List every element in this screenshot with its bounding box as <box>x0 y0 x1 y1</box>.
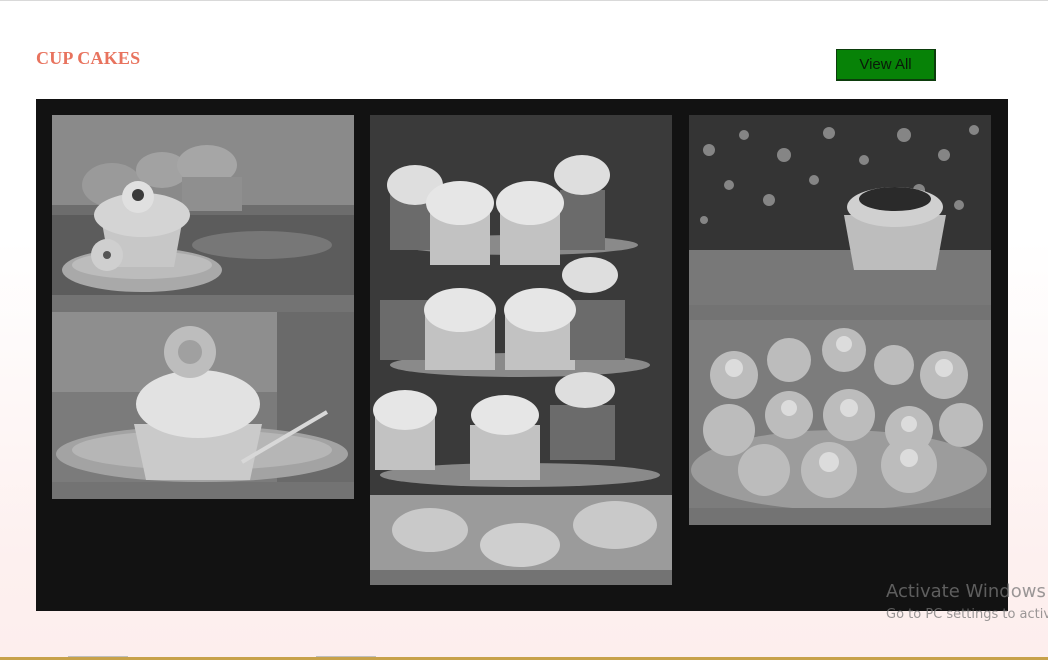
section-title: CUP CAKES <box>36 48 141 68</box>
watermark-title: Activate Windows <box>886 581 1046 602</box>
cupcake-gallery <box>36 99 1008 611</box>
gallery-photo-rose-cupcake[interactable] <box>52 312 354 499</box>
gallery-column-right <box>689 115 991 525</box>
taskbar-segment <box>316 656 376 657</box>
gallery-photo-decorated-cupcakes[interactable] <box>689 320 991 525</box>
gallery-column-left <box>52 115 354 499</box>
view-all-button[interactable]: View All <box>836 49 936 81</box>
windows-activation-watermark: Activate Windows Go to PC settings to ac… <box>886 580 1048 624</box>
top-divider <box>0 0 1048 1</box>
gallery-photo-bokeh-cupcake[interactable] <box>689 115 991 320</box>
gallery-column-middle <box>370 115 672 585</box>
watermark-subtitle: Go to PC settings to activate Windows. <box>886 607 1048 622</box>
gallery-photo-tiered-stand[interactable] <box>370 115 672 585</box>
taskbar-segment <box>68 656 128 657</box>
gallery-photo-flower-cupcake[interactable] <box>52 115 354 312</box>
